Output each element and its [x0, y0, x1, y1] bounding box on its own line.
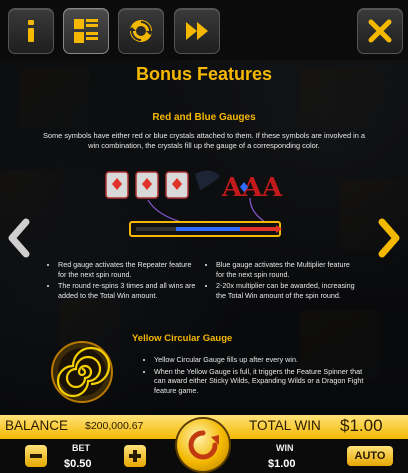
- yellow-circular-gauge-icon: [51, 341, 113, 403]
- close-button[interactable]: [357, 8, 403, 54]
- autoplay-button[interactable]: AUTO: [347, 446, 393, 466]
- spin-button[interactable]: [177, 419, 229, 471]
- paytable-button[interactable]: [63, 8, 109, 54]
- decrease-bet-button[interactable]: [25, 445, 47, 467]
- list-item: 2-20x multiplier can be awarded, increas…: [216, 281, 360, 300]
- list-item: When the Yellow Gauge is full, it trigge…: [154, 367, 364, 396]
- total-win-label: TOTAL WIN: [249, 418, 321, 433]
- plus-icon: [129, 450, 141, 462]
- paytable-icon: [74, 19, 98, 43]
- increase-bet-button[interactable]: [124, 445, 146, 467]
- next-page-arrow-icon[interactable]: [376, 218, 402, 258]
- svg-text:A: A: [261, 173, 283, 203]
- ace-symbols: A A A: [221, 173, 283, 203]
- list-item: Blue gauge activates the Multiplier feat…: [216, 260, 360, 279]
- section-intro-text: Some symbols have either red or blue cry…: [42, 131, 366, 150]
- bet-value: $0.50: [64, 458, 92, 470]
- balance-label: BALANCE: [5, 418, 69, 433]
- svg-text:A: A: [221, 173, 243, 203]
- spin-icon: [188, 430, 219, 460]
- minus-icon: [30, 454, 42, 458]
- red-blue-gauge-illustration: A A A: [105, 170, 283, 237]
- yellow-gauge-bullets: Yellow Circular Gauge fills up after eve…: [144, 355, 364, 397]
- win-value: $1.00: [268, 458, 296, 470]
- red-gauge-bullets: Red gauge activates the Repeater feature…: [48, 260, 196, 302]
- close-icon: [368, 19, 392, 43]
- fast-forward-icon: [186, 22, 208, 40]
- blue-gauge-bullets: Blue gauge activates the Multiplier feat…: [206, 260, 360, 302]
- list-item: The round re-spins 3 times and all wins …: [58, 281, 196, 300]
- info-button[interactable]: [8, 8, 54, 54]
- total-win-value: $1.00: [340, 416, 383, 435]
- list-item: Red gauge activates the Repeater feature…: [58, 260, 196, 279]
- dragon-silhouette: [195, 170, 220, 190]
- top-toolbar: [0, 0, 408, 60]
- win-label: WIN: [276, 443, 294, 453]
- page-title: Bonus Features: [135, 64, 273, 84]
- refresh-icon: [128, 20, 154, 42]
- balance-value: $200,000.67: [85, 420, 144, 432]
- list-item: Yellow Circular Gauge fills up after eve…: [154, 355, 364, 365]
- section-title-yellow-gauge: Yellow Circular Gauge: [132, 333, 233, 344]
- gauge-bar: [129, 221, 282, 237]
- turbo-button[interactable]: [174, 8, 220, 54]
- previous-page-arrow-icon[interactable]: [6, 218, 32, 258]
- section-title-red-blue-gauges: Red and Blue Gauges: [152, 112, 256, 123]
- info-icon: [28, 20, 34, 42]
- settings-button[interactable]: [118, 8, 164, 54]
- slot-game-screen: Bonus Features Red and Blue Gauges Some …: [0, 0, 408, 473]
- bet-label: BET: [72, 443, 90, 453]
- red-crystal-symbols: [105, 171, 189, 199]
